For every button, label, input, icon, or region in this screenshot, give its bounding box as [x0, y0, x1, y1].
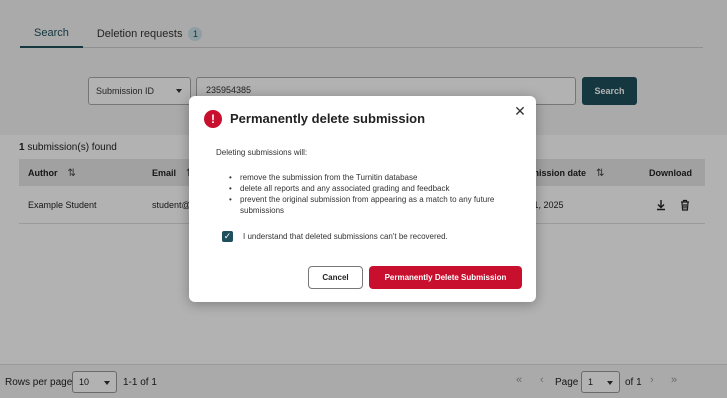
- delete-submission-dialog: ! Permanently delete submission ✕ Deleti…: [189, 96, 536, 302]
- list-item: delete all reports and any associated gr…: [229, 183, 509, 194]
- checkmark-icon: ✓: [223, 231, 232, 241]
- permanently-delete-button[interactable]: Permanently Delete Submission: [369, 266, 522, 289]
- confirm-checkbox[interactable]: ✓: [222, 231, 233, 242]
- dialog-intro: Deleting submissions will:: [216, 148, 308, 157]
- confirm-checkbox-label: I understand that deleted submissions ca…: [243, 232, 448, 241]
- list-item: remove the submission from the Turnitin …: [229, 172, 509, 183]
- list-item: prevent the original submission from app…: [229, 194, 509, 216]
- alert-icon: !: [204, 110, 222, 128]
- consequences-list: remove the submission from the Turnitin …: [229, 172, 509, 216]
- dialog-title: Permanently delete submission: [230, 111, 426, 126]
- cancel-button[interactable]: Cancel: [308, 266, 363, 289]
- close-icon[interactable]: ✕: [512, 103, 528, 119]
